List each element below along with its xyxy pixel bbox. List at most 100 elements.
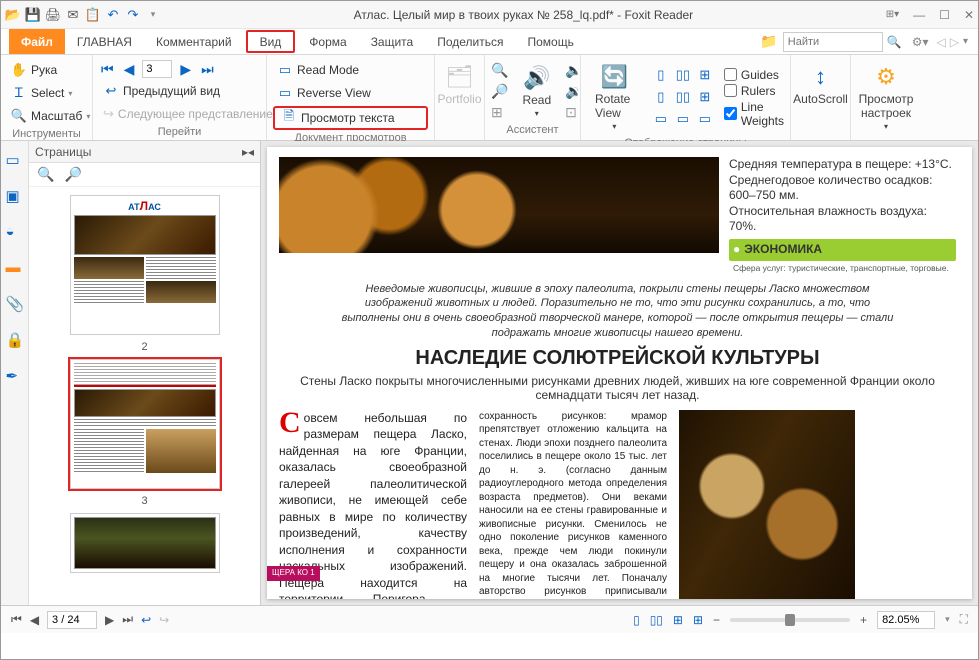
signatures-icon[interactable]: ✒ xyxy=(6,367,24,385)
group-assist-caption: Ассистент xyxy=(491,122,574,138)
read-aloud-button[interactable]: 🔊Read▾ xyxy=(514,61,559,122)
assist-icon-5[interactable]: 🔉 xyxy=(565,83,582,100)
sb-zoom-dropdown-icon[interactable]: ▾ xyxy=(945,614,950,625)
zoom-icon: 🔍 xyxy=(11,108,27,124)
sb-contfacing-icon[interactable]: ⊞ xyxy=(693,613,703,627)
email-icon[interactable]: ✉ xyxy=(65,7,81,23)
guides-checkbox[interactable]: Guides xyxy=(724,68,784,82)
search-folder-icon[interactable]: 📁 xyxy=(759,32,779,52)
zoom-slider[interactable] xyxy=(730,618,850,622)
thumbnail-page-3[interactable] xyxy=(70,359,220,489)
read-mode-button[interactable]: ▭Read Mode xyxy=(273,60,428,80)
rotate-icon: 🔄 xyxy=(601,64,628,90)
print-icon[interactable]: 🖨 xyxy=(45,7,61,23)
window-title: Атлас. Целый мир в твоих руках № 258_lq.… xyxy=(161,8,886,22)
thumbnails-list[interactable]: АТЛАС 2 3 xyxy=(29,187,260,605)
zoom-tool[interactable]: 🔍Масштаб ▾ xyxy=(7,106,86,126)
open-icon[interactable]: 📂 xyxy=(5,7,21,23)
assist-icon-1[interactable]: 🔍 xyxy=(491,62,508,79)
tab-form[interactable]: Форма xyxy=(297,29,358,54)
maximize-button[interactable]: ☐ xyxy=(939,8,950,22)
line-weights-checkbox[interactable]: Line Weights xyxy=(724,100,784,128)
next-page-button[interactable]: ▶ xyxy=(178,61,193,78)
minimize-button[interactable]: — xyxy=(913,8,925,22)
pages-panel-icon[interactable]: ▣ xyxy=(6,187,24,205)
assist-icon-3[interactable]: ⊞ xyxy=(491,104,508,121)
sb-first-icon[interactable]: ⏮ xyxy=(11,612,22,627)
tab-view[interactable]: Вид xyxy=(246,30,296,53)
first-page-button[interactable]: ⏮ xyxy=(99,61,116,78)
sb-singlepage-icon[interactable]: ▯ xyxy=(633,613,640,627)
save-icon[interactable]: 💾 xyxy=(25,7,41,23)
assist-icon-4[interactable]: 🔈 xyxy=(565,62,582,79)
sb-next-icon[interactable]: ▶ xyxy=(105,613,114,627)
thumb-zoom-in-icon[interactable]: 🔎 xyxy=(64,166,81,183)
rotate-view-button[interactable]: 🔄Rotate View▾ xyxy=(587,60,642,135)
text-view-button[interactable]: 🗎Просмотр текста xyxy=(273,106,428,130)
layout-5[interactable]: ▯▯ xyxy=(674,89,692,107)
layout-8[interactable]: ▭ xyxy=(674,111,692,129)
snapshot-icon[interactable]: 📋 xyxy=(85,7,101,23)
sb-zoom-out-icon[interactable]: − xyxy=(713,613,720,627)
undo-icon[interactable]: ↶ xyxy=(105,7,121,23)
layers-icon[interactable]: ◒ xyxy=(6,223,24,241)
sb-last-icon[interactable]: ⏭ xyxy=(122,612,133,627)
layout-9[interactable]: ▭ xyxy=(696,111,714,129)
sb-fwd-icon[interactable]: ↪ xyxy=(159,613,169,627)
prev-page-button[interactable]: ◀ xyxy=(122,61,137,78)
security-icon[interactable]: 🔒 xyxy=(6,331,24,349)
thumbnail-page-2[interactable]: АТЛАС xyxy=(70,195,220,335)
page-number-input[interactable] xyxy=(142,60,172,78)
zoom-value-input[interactable] xyxy=(877,611,935,629)
ribbon-dropdown-icon[interactable]: ⊞▾ xyxy=(886,9,899,20)
reverse-view-button[interactable]: ▭Reverse View xyxy=(273,83,428,103)
document-viewer[interactable]: Средняя температура в пещере: +13°C. Сре… xyxy=(261,141,978,605)
tab-home[interactable]: ГЛАВНАЯ xyxy=(65,29,144,54)
comments-icon[interactable]: ▬ xyxy=(6,259,24,277)
hand-tool[interactable]: ✋Рука xyxy=(7,60,86,80)
prev-view-button[interactable]: ↩Предыдущий вид xyxy=(99,81,260,101)
redo-icon[interactable]: ↷ xyxy=(125,7,141,23)
rulers-checkbox[interactable]: Rulers xyxy=(724,84,784,98)
tab-help[interactable]: Помощь xyxy=(516,29,586,54)
sb-facing-icon[interactable]: ⊞ xyxy=(673,613,683,627)
thumbnails-collapse-icon[interactable]: ▸◂ xyxy=(242,145,254,159)
sb-back-icon[interactable]: ↩ xyxy=(141,613,151,627)
view-settings-button[interactable]: ⚙Просмотр настроек▾ xyxy=(857,60,915,135)
econ-bullet-icon: ● xyxy=(733,242,740,258)
next-view-button: ↪Следующее представление xyxy=(99,104,260,124)
layout-2[interactable]: ▯▯ xyxy=(674,67,692,85)
search-go-icon[interactable]: 🔍 xyxy=(887,35,902,49)
autoscroll-button[interactable]: ↕AutoScroll xyxy=(797,60,844,110)
attachments-icon[interactable]: 📎 xyxy=(6,295,24,313)
assist-icon-6[interactable]: ⊡ xyxy=(565,104,582,121)
nav-next-icon[interactable]: ▷ xyxy=(950,35,959,49)
nav-prev-icon[interactable]: ◁ xyxy=(937,35,946,49)
select-tool[interactable]: ᏆSelect ▾ xyxy=(7,83,86,103)
last-page-button[interactable]: ⏭ xyxy=(199,61,216,78)
close-button[interactable]: ✕ xyxy=(964,8,974,22)
sb-page-input[interactable] xyxy=(47,611,97,629)
sb-prev-icon[interactable]: ◀ xyxy=(30,613,39,627)
assist-icon-2[interactable]: 🔎 xyxy=(491,83,508,100)
tab-comment[interactable]: Комментарий xyxy=(144,29,244,54)
tab-protect[interactable]: Защита xyxy=(359,29,426,54)
bookmarks-icon[interactable]: ▭ xyxy=(6,151,24,169)
tab-file[interactable]: Файл xyxy=(9,29,65,54)
layout-6[interactable]: ⊞ xyxy=(696,89,714,107)
qat-dropdown-icon[interactable]: ▾ xyxy=(145,7,161,23)
layout-7[interactable]: ▭ xyxy=(652,111,670,129)
sb-fullscreen-icon[interactable]: ⛶ xyxy=(960,612,968,627)
hero-caption: Неведомые живописцы, жившие в эпоху пале… xyxy=(338,282,898,341)
thumb-zoom-out-icon[interactable]: 🔍 xyxy=(37,166,54,183)
layout-3[interactable]: ⊞ xyxy=(696,67,714,85)
nav-menu-icon[interactable]: ▾ xyxy=(963,36,968,47)
settings-gear-icon[interactable]: ⚙▾ xyxy=(912,35,929,49)
layout-4[interactable]: ▯ xyxy=(652,89,670,107)
sb-zoom-in-icon[interactable]: + xyxy=(860,613,867,627)
tab-share[interactable]: Поделиться xyxy=(425,29,515,54)
search-input[interactable] xyxy=(783,32,883,52)
sb-cont-icon[interactable]: ▯▯ xyxy=(650,613,663,627)
layout-1[interactable]: ▯ xyxy=(652,67,670,85)
thumbnail-page-4[interactable] xyxy=(70,513,220,573)
